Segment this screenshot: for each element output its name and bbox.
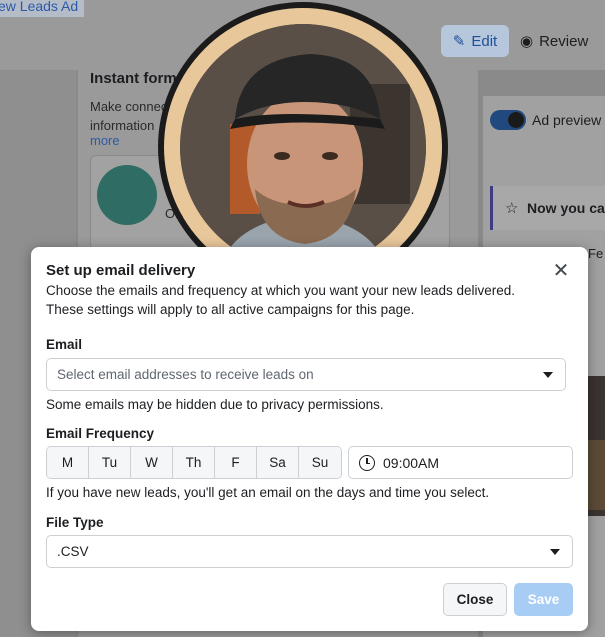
- file-type-label: File Type: [46, 515, 104, 530]
- partial-text: Fe: [588, 246, 604, 261]
- presenter-portrait: [180, 24, 426, 270]
- email-note: Some emails may be hidden due to privacy…: [46, 397, 384, 412]
- day-wednesday[interactable]: W: [131, 447, 173, 478]
- more-link[interactable]: more: [90, 133, 120, 148]
- dialog-title: Set up email delivery: [46, 262, 196, 279]
- pencil-icon: ✎: [452, 33, 466, 50]
- day-monday[interactable]: M: [47, 447, 89, 478]
- form-illustration-icon: [97, 165, 157, 225]
- description-line-1: Choose the emails and frequency at which…: [46, 283, 516, 298]
- instant-form-title: Instant form: [90, 70, 177, 87]
- clock-icon: [359, 454, 375, 471]
- email-select[interactable]: Select email addresses to receive leads …: [46, 358, 566, 391]
- email-delivery-dialog: Set up email delivery ✕ Choose the email…: [31, 247, 588, 631]
- email-label: Email: [46, 337, 83, 352]
- day-selector: M Tu W Th F Sa Su: [46, 446, 342, 479]
- file-type-value: .CSV: [57, 544, 89, 559]
- day-thursday[interactable]: Th: [173, 447, 215, 478]
- time-value: 09:00AM: [383, 454, 440, 471]
- edit-label: Edit: [471, 32, 498, 50]
- close-button[interactable]: Close: [443, 583, 507, 616]
- save-button[interactable]: Save: [514, 583, 573, 616]
- review-button[interactable]: ◉ Review: [520, 25, 588, 57]
- ad-title: ew Leads Ad: [0, 0, 85, 17]
- day-tuesday[interactable]: Tu: [89, 447, 131, 478]
- avatar: [180, 24, 426, 270]
- review-label: Review: [539, 32, 589, 50]
- edit-button[interactable]: ✎ Edit: [441, 25, 509, 57]
- star-icon: ☆: [505, 200, 519, 217]
- eye-icon: ◉: [520, 33, 534, 50]
- day-friday[interactable]: F: [215, 447, 257, 478]
- close-icon[interactable]: ✕: [551, 261, 571, 281]
- description-line-2: These settings will apply to all active …: [46, 302, 415, 317]
- time-picker[interactable]: 09:00AM: [348, 446, 573, 479]
- notification-text: Now you ca: [527, 200, 605, 216]
- ad-preview-toggle[interactable]: [490, 110, 526, 130]
- ad-preview-label: Ad preview: [532, 112, 602, 128]
- frequency-note: If you have new leads, you'll get an ema…: [46, 485, 490, 500]
- dialog-description: Choose the emails and frequency at which…: [46, 281, 546, 319]
- day-saturday[interactable]: Sa: [257, 447, 299, 478]
- caret-down-icon: [543, 371, 553, 378]
- caret-down-icon: [550, 548, 560, 555]
- day-sunday[interactable]: Su: [299, 447, 341, 478]
- email-placeholder: Select email addresses to receive leads …: [57, 367, 314, 382]
- frequency-label: Email Frequency: [46, 426, 155, 441]
- file-type-select[interactable]: .CSV: [46, 535, 573, 568]
